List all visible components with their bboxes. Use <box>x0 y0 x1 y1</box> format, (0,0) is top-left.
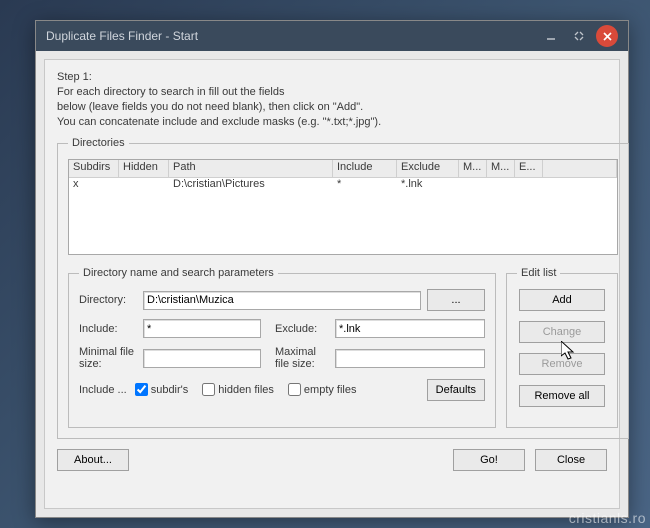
instructions-text: Step 1: For each directory to search in … <box>57 70 607 129</box>
directories-legend: Directories <box>68 137 129 149</box>
col-include[interactable]: Include <box>333 160 397 177</box>
about-button[interactable]: About... <box>57 449 129 471</box>
empty-checkbox-label[interactable]: empty files <box>288 383 357 396</box>
instruction-line: below (leave fields you do not need blan… <box>57 100 607 115</box>
minimize-button[interactable] <box>540 25 562 47</box>
change-button[interactable]: Change <box>519 321 605 343</box>
titlebar[interactable]: Duplicate Files Finder - Start <box>36 21 628 51</box>
directory-label: Directory: <box>79 294 137 306</box>
exclude-label: Exclude: <box>275 323 329 335</box>
subdirs-checkbox[interactable] <box>135 383 148 396</box>
window-title: Duplicate Files Finder - Start <box>46 29 534 43</box>
listview-body[interactable]: x D:\cristian\Pictures * *.lnk <box>69 178 617 254</box>
cell-empty <box>515 178 543 194</box>
client-area: Step 1: For each directory to search in … <box>44 59 620 509</box>
maxsize-input[interactable] <box>335 349 485 368</box>
directory-input[interactable] <box>143 291 421 310</box>
add-button[interactable]: Add <box>519 289 605 311</box>
col-hidden[interactable]: Hidden <box>119 160 169 177</box>
cell-path: D:\cristian\Pictures <box>169 178 333 194</box>
col-min[interactable]: M... <box>459 160 487 177</box>
defaults-button[interactable]: Defaults <box>427 379 485 401</box>
col-exclude[interactable]: Exclude <box>397 160 459 177</box>
hidden-checkbox[interactable] <box>202 383 215 396</box>
table-row[interactable]: x D:\cristian\Pictures * *.lnk <box>69 178 617 194</box>
include-input[interactable] <box>143 319 261 338</box>
subdirs-checkbox-label[interactable]: subdir's <box>135 383 189 396</box>
instruction-line: You can concatenate include and exclude … <box>57 115 607 130</box>
minsize-input[interactable] <box>143 349 261 368</box>
editlist-legend: Edit list <box>517 267 560 279</box>
remove-button[interactable]: Remove <box>519 353 605 375</box>
col-max[interactable]: M... <box>487 160 515 177</box>
minsize-label: Minimal file size: <box>79 346 137 370</box>
editlist-group: Edit list Add Change Remove Remove all <box>506 267 618 428</box>
step-label: Step 1: <box>57 70 607 85</box>
exclude-input[interactable] <box>335 319 485 338</box>
close-button[interactable] <box>596 25 618 47</box>
cell-exclude: *.lnk <box>397 178 459 194</box>
maximize-button[interactable] <box>568 25 590 47</box>
params-group: Directory name and search parameters Dir… <box>68 267 496 428</box>
col-empty[interactable]: E... <box>515 160 543 177</box>
browse-button[interactable]: ... <box>427 289 485 311</box>
cell-min <box>459 178 487 194</box>
cell-include: * <box>333 178 397 194</box>
close-dialog-button[interactable]: Close <box>535 449 607 471</box>
bottom-button-row: About... Go! Close <box>57 449 607 471</box>
directories-group: Directories Subdirs Hidden Path Include … <box>57 137 629 439</box>
go-button[interactable]: Go! <box>453 449 525 471</box>
maxsize-label: Maximal file size: <box>275 346 329 370</box>
instruction-line: For each directory to search in fill out… <box>57 85 607 100</box>
remove-all-button[interactable]: Remove all <box>519 385 605 407</box>
params-legend: Directory name and search parameters <box>79 267 278 279</box>
include-label: Include: <box>79 323 137 335</box>
listview-header: Subdirs Hidden Path Include Exclude M...… <box>69 160 617 178</box>
hidden-checkbox-label[interactable]: hidden files <box>202 383 274 396</box>
cell-subdirs: x <box>69 178 119 194</box>
col-filler <box>543 160 617 177</box>
empty-checkbox[interactable] <box>288 383 301 396</box>
include-prefix: Include ... <box>79 384 127 396</box>
dialog-window: Duplicate Files Finder - Start Step 1: F… <box>35 20 629 518</box>
cell-hidden <box>119 178 169 194</box>
col-subdirs[interactable]: Subdirs <box>69 160 119 177</box>
col-path[interactable]: Path <box>169 160 333 177</box>
watermark-text: cristianls.ro <box>569 510 646 526</box>
cell-max <box>487 178 515 194</box>
directories-listview[interactable]: Subdirs Hidden Path Include Exclude M...… <box>68 159 618 255</box>
